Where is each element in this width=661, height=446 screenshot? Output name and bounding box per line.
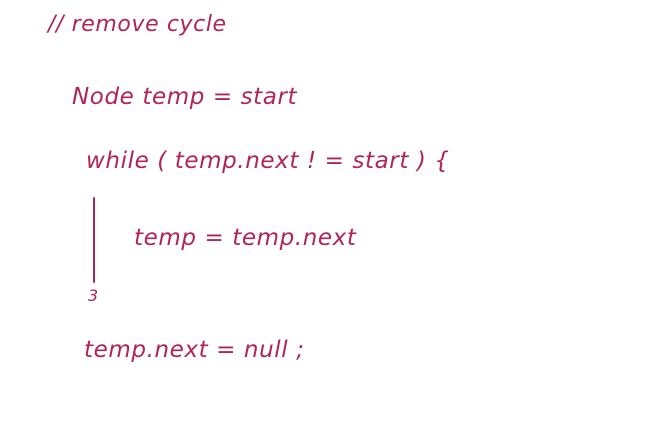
loop-body-bracket [93,197,95,283]
break-cycle-assignment: temp.next = null ; [84,337,305,363]
comment-remove-cycle: // remove cycle [48,12,227,37]
node-temp-declaration: Node temp = start [72,84,298,110]
loop-body-assignment: temp = temp.next [134,225,357,251]
while-loop-header: while ( temp.next ! = start ) { [86,148,450,174]
loop-closing-brace: 3 [88,286,99,305]
handwritten-note-canvas: // remove cycle Node temp = start while … [0,0,661,446]
